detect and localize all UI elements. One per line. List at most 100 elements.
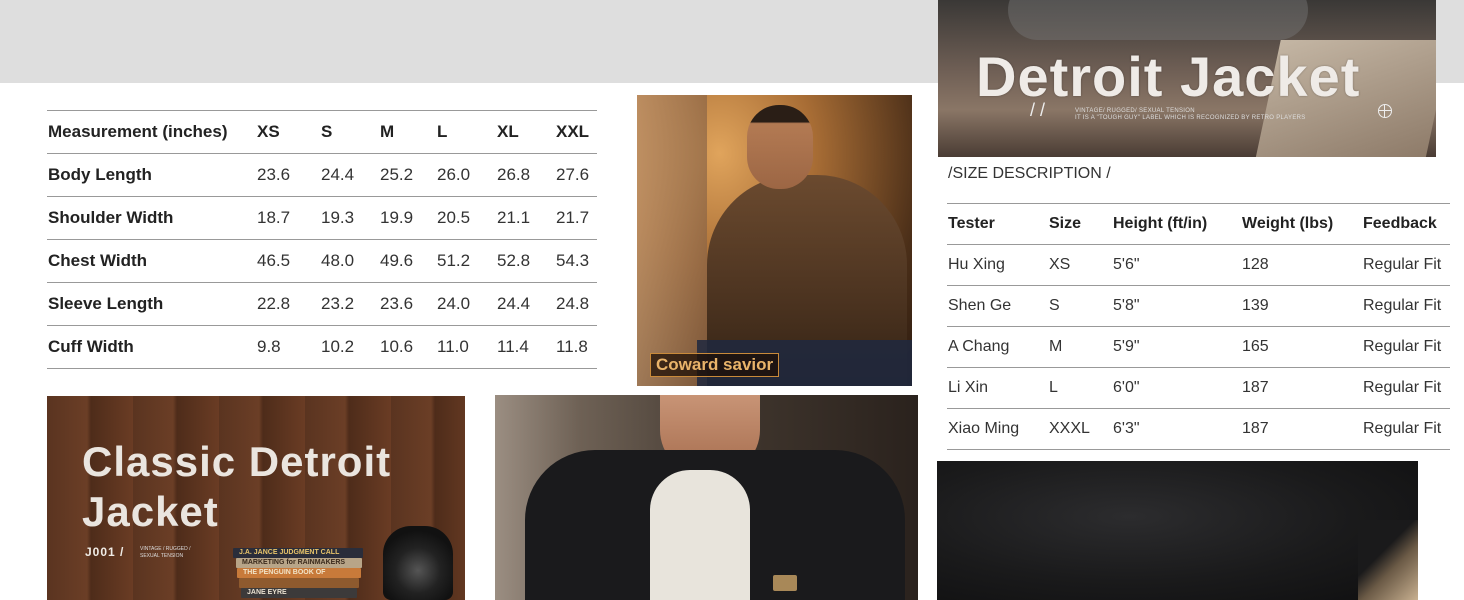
classic-subtitle-line1: VINTAGE / RUGGED / (140, 546, 191, 552)
tester-header-row: Tester Size Height (ft/in) Weight (lbs) … (947, 203, 1450, 245)
book-spine: MARKETING for RAINMAKERS (236, 558, 362, 568)
table-cell: 10.6 (379, 325, 436, 369)
header-tester: Tester (947, 203, 1048, 245)
tester-height: 5'8" (1112, 285, 1241, 327)
table-cell: 21.1 (496, 196, 555, 240)
header-feedback: Feedback (1362, 203, 1450, 245)
product-code: J001 / (85, 545, 125, 559)
banner-slash-mark: / / (1030, 100, 1046, 120)
table-cell: 51.2 (436, 239, 496, 283)
table-cell: 54.3 (555, 239, 597, 283)
table-cell: 26.8 (496, 153, 555, 197)
tester-size: XS (1048, 244, 1112, 286)
fabric-closeup-photo (937, 461, 1418, 600)
table-row: Body Length 23.6 24.4 25.2 26.0 26.8 27.… (47, 153, 597, 197)
table-cell: 23.2 (320, 282, 379, 326)
table-cell: 23.6 (379, 282, 436, 326)
header-height: Height (ft/in) (1112, 203, 1241, 245)
table-cell: 48.0 (320, 239, 379, 283)
table-cell: 24.0 (436, 282, 496, 326)
tester-feedback: Regular Fit (1362, 326, 1450, 368)
model-shirt (650, 470, 750, 600)
tester-name: A Chang (947, 326, 1048, 368)
book-spine: JANE EYRE (241, 588, 357, 598)
size-header-m: M (379, 110, 436, 154)
tester-size: L (1048, 367, 1112, 409)
row-label: Chest Width (47, 239, 256, 283)
savior-label: Coward savior (656, 355, 774, 374)
tester-height: 6'0" (1112, 367, 1241, 409)
tester-name: Hu Xing (947, 244, 1048, 286)
table-cell: 26.0 (436, 153, 496, 197)
black-jacket-model-photo (495, 395, 918, 600)
row-label: Cuff Width (47, 325, 256, 369)
classic-title-line2: Jacket (82, 488, 219, 535)
tester-size-table: Tester Size Height (ft/in) Weight (lbs) … (947, 203, 1450, 450)
row-label: Body Length (47, 153, 256, 197)
table-cell: 46.5 (256, 239, 320, 283)
size-header-xxl: XXL (555, 110, 597, 154)
tester-size: M (1048, 326, 1112, 368)
table-cell: 9.8 (256, 325, 320, 369)
table-row: A Chang M 5'9" 165 Regular Fit (947, 326, 1450, 368)
table-cell: 24.4 (496, 282, 555, 326)
tester-name: Li Xin (947, 367, 1048, 409)
table-cell: 18.7 (256, 196, 320, 240)
table-row: Hu Xing XS 5'6" 128 Regular Fit (947, 244, 1450, 286)
tester-feedback: Regular Fit (1362, 367, 1450, 409)
tester-height: 6'3" (1112, 408, 1241, 450)
tester-feedback: Regular Fit (1362, 408, 1450, 450)
table-cell: 52.8 (496, 239, 555, 283)
size-header-xl: XL (496, 110, 555, 154)
table-cell: 11.0 (436, 325, 496, 369)
tester-size: XXXL (1048, 408, 1112, 450)
table-row: Chest Width 46.5 48.0 49.6 51.2 52.8 54.… (47, 239, 597, 283)
measurement-header-row: Measurement (inches) XS S M L XL XXL (47, 110, 597, 154)
banner-background-shape (1008, 0, 1308, 40)
classic-title-line1: Classic Detroit (82, 438, 392, 485)
tester-size: S (1048, 285, 1112, 327)
measurement-table: Measurement (inches) XS S M L XL XXL Bod… (47, 110, 597, 369)
header-size: Size (1048, 203, 1112, 245)
tester-height: 5'6" (1112, 244, 1241, 286)
book-spine: THE PENGUIN BOOK OF (237, 568, 361, 578)
header-weight: Weight (lbs) (1241, 203, 1362, 245)
tester-weight: 165 (1241, 326, 1362, 368)
table-row: Li Xin L 6'0" 187 Regular Fit (947, 367, 1450, 409)
tester-weight: 187 (1241, 367, 1362, 409)
row-label: Shoulder Width (47, 196, 256, 240)
tester-feedback: Regular Fit (1362, 244, 1450, 286)
tester-weight: 187 (1241, 408, 1362, 450)
table-cell: 24.8 (555, 282, 597, 326)
photo-man-head (747, 105, 813, 189)
size-description-title: /SIZE DESCRIPTION / (948, 165, 1111, 182)
fabric-edge (1358, 520, 1418, 600)
book-spine (239, 578, 359, 588)
row-label: Sleeve Length (47, 282, 256, 326)
table-cell: 19.3 (320, 196, 379, 240)
tester-height: 5'9" (1112, 326, 1241, 368)
table-cell: 21.7 (555, 196, 597, 240)
table-cell: 19.9 (379, 196, 436, 240)
table-cell: 20.5 (436, 196, 496, 240)
tester-name: Shen Ge (947, 285, 1048, 327)
table-row: Shen Ge S 5'8" 139 Regular Fit (947, 285, 1450, 327)
detroit-jacket-banner-image: Detroit Jacket / / VINTAGE/ RUGGED/ SEXU… (938, 0, 1436, 157)
table-cell: 11.4 (496, 325, 555, 369)
tester-name: Xiao Ming (947, 408, 1048, 450)
globe-icon (1378, 104, 1392, 118)
tester-weight: 128 (1241, 244, 1362, 286)
size-header-s: S (320, 110, 379, 154)
book-spine: J.A. JANCE JUDGMENT CALL (233, 548, 363, 558)
banner-subtitle-line1: VINTAGE/ RUGGED/ SEXUAL TENSION (1075, 108, 1195, 114)
table-cell: 25.2 (379, 153, 436, 197)
table-row: Sleeve Length 22.8 23.2 23.6 24.0 24.4 2… (47, 282, 597, 326)
measurement-header-label: Measurement (inches) (47, 110, 256, 154)
rotary-phone-icon (383, 526, 453, 600)
size-header-l: L (436, 110, 496, 154)
size-header-xs: XS (256, 110, 320, 154)
table-cell: 49.6 (379, 239, 436, 283)
table-cell: 10.2 (320, 325, 379, 369)
table-cell: 11.8 (555, 325, 597, 369)
tester-weight: 139 (1241, 285, 1362, 327)
